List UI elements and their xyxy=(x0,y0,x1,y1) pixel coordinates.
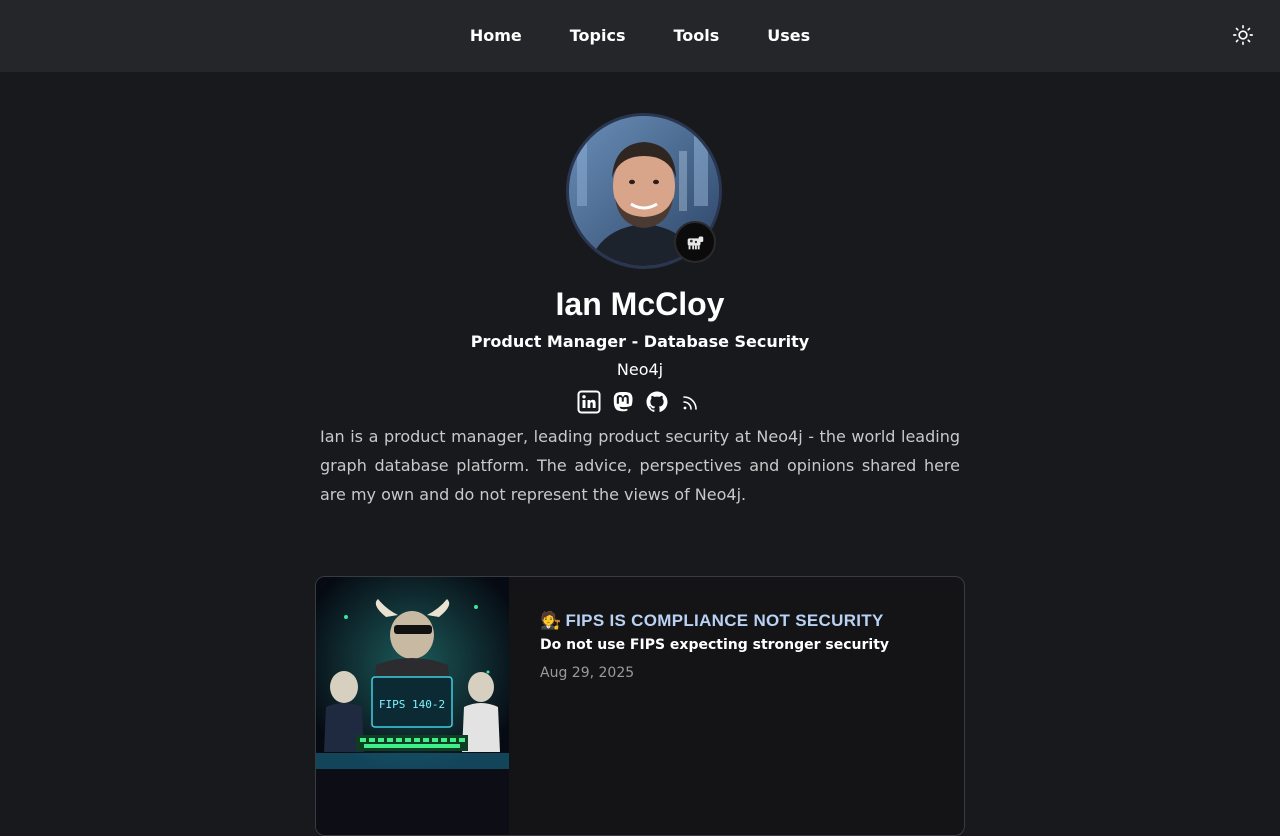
post-subtitle: Do not use FIPS expecting stronger secur… xyxy=(540,637,890,653)
main-nav: Home Topics Tools Uses xyxy=(0,0,1280,72)
post-date: Aug 29, 2025 xyxy=(540,665,635,681)
rss-icon xyxy=(683,396,697,410)
profile-role: Product Manager - Database Security xyxy=(470,332,810,351)
linkedin-link[interactable] xyxy=(577,390,601,414)
post-thumbnail-image: FIPS 140-2 xyxy=(316,577,509,835)
post-thumbnail[interactable]: FIPS 140-2 xyxy=(316,577,509,835)
judge-icon: 🧑‍⚖️ xyxy=(540,611,562,630)
post-body: 🧑‍⚖️ FIPS IS COMPLIANCE NOT SECURITY Do n… xyxy=(540,609,940,683)
rss-link[interactable] xyxy=(679,390,703,414)
linkedin-icon xyxy=(577,390,601,414)
thumbnail-caption: FIPS 140-2 xyxy=(379,698,445,711)
nav-tools-link[interactable]: Tools xyxy=(649,0,743,72)
profile-company: Neo4j xyxy=(616,360,664,379)
nav-uses-link[interactable]: Uses xyxy=(743,0,834,72)
post-card[interactable]: FIPS 140-2 🧑‍⚖️ FIPS IS COMPLIANCE NOT SE… xyxy=(315,576,965,836)
github-icon xyxy=(646,391,668,412)
top-header: Home Topics Tools Uses xyxy=(0,0,1280,72)
theme-toggle-button[interactable] xyxy=(1232,24,1254,46)
profile-name: Ian McCloy xyxy=(555,286,725,322)
mastodon-icon xyxy=(613,392,633,412)
cow-badge-icon xyxy=(674,221,716,263)
nav-topics-link[interactable]: Topics xyxy=(546,0,650,72)
github-link[interactable] xyxy=(645,390,669,414)
post-title: FIPS IS COMPLIANCE NOT SECURITY xyxy=(565,611,884,630)
post-title-link[interactable]: 🧑‍⚖️ FIPS IS COMPLIANCE NOT SECURITY xyxy=(540,609,940,633)
avatar-container xyxy=(566,113,722,269)
social-links xyxy=(0,390,1280,414)
mastodon-link[interactable] xyxy=(611,390,635,414)
profile-bio: Ian is a product manager, leading produc… xyxy=(320,427,960,504)
nav-home-link[interactable]: Home xyxy=(446,0,546,72)
sun-icon xyxy=(1233,25,1253,45)
